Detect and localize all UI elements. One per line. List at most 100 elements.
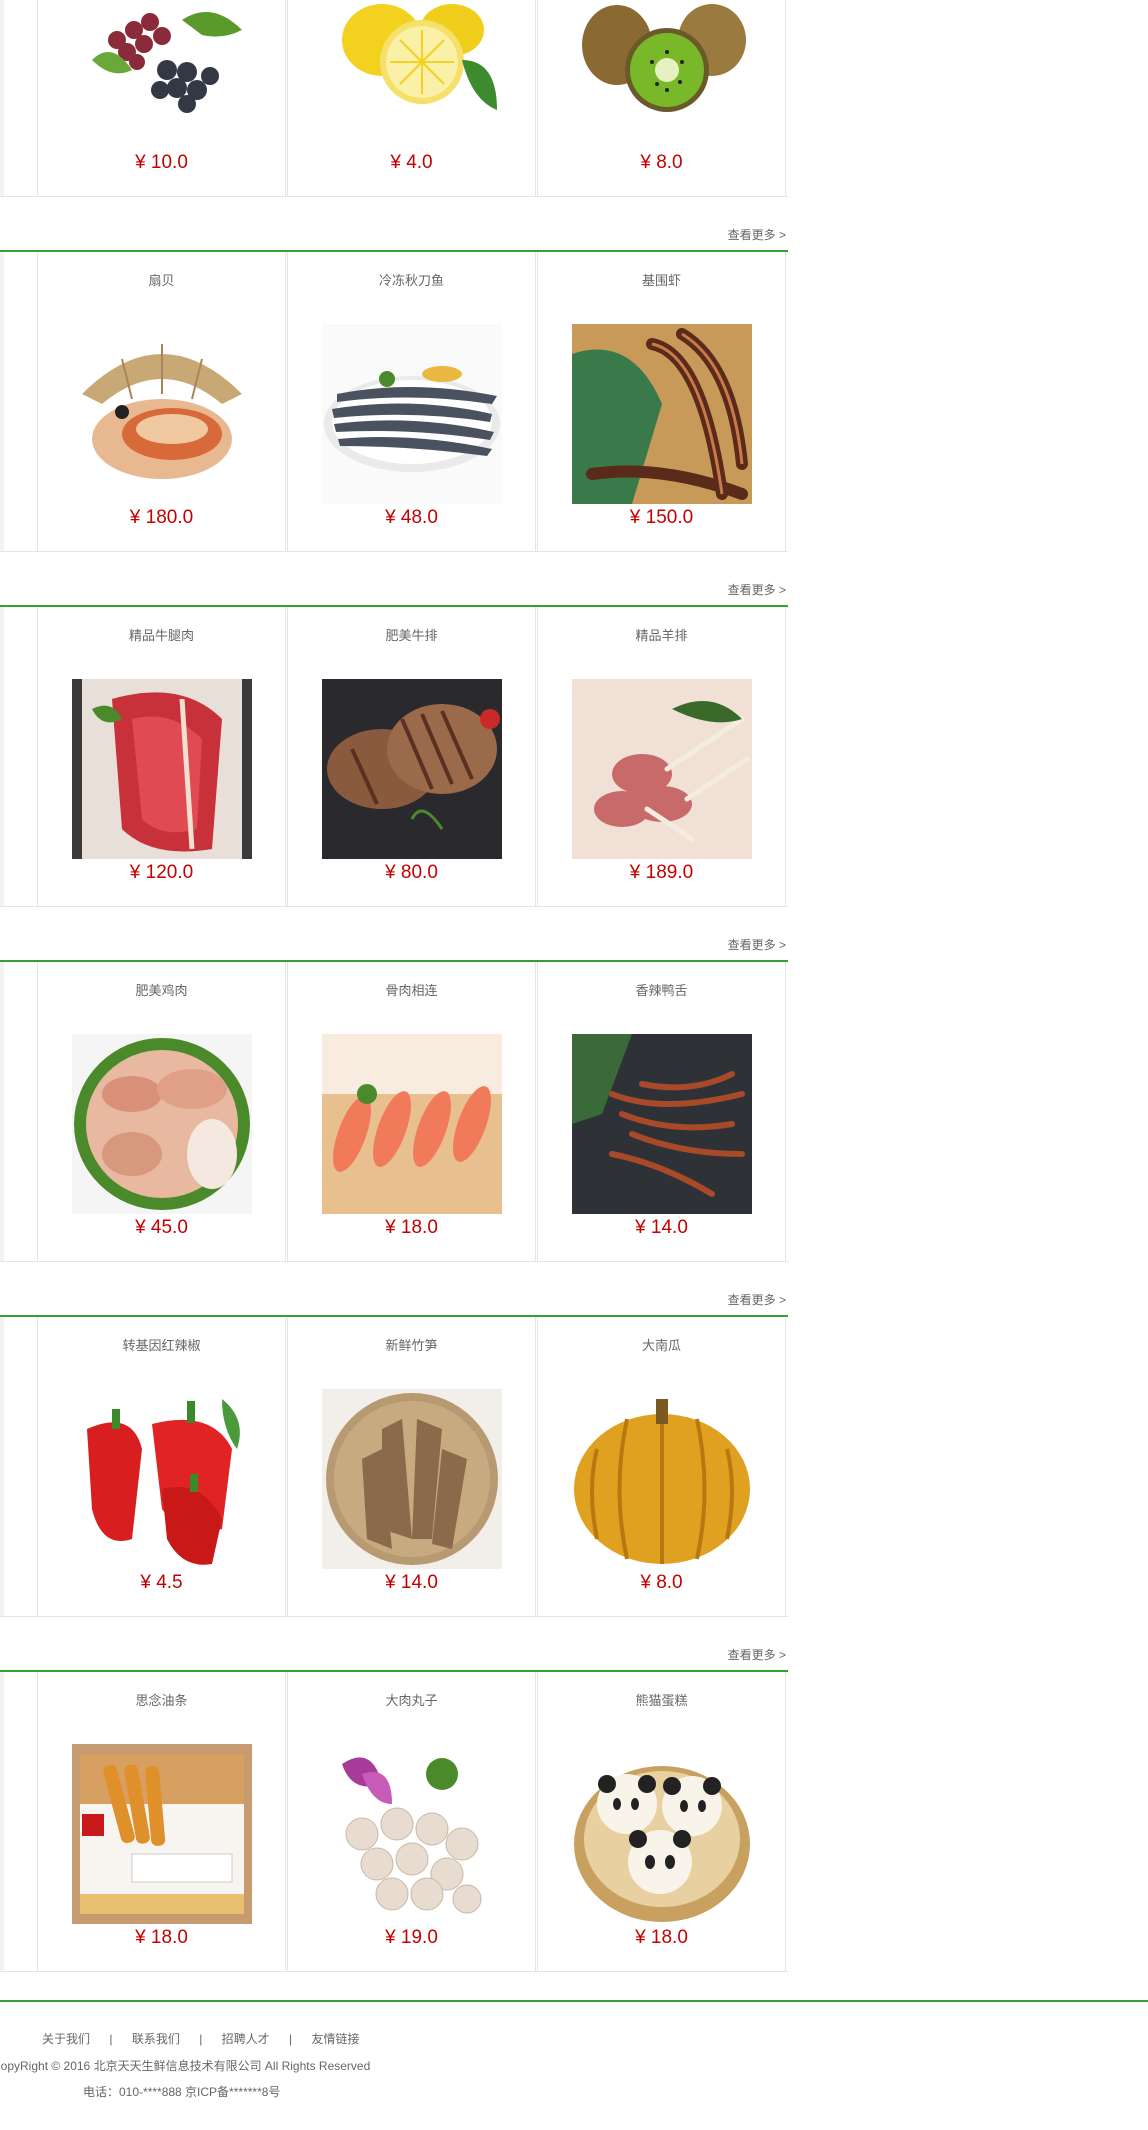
product-card[interactable]: 大肉丸子 ¥ 19.0 (287, 1672, 536, 1971)
left-edge-item (0, 0, 4, 196)
view-more-link[interactable]: 查看更多 > (728, 226, 786, 243)
product-card[interactable]: 基围虾 ¥ 150.0 (537, 252, 786, 551)
footer-link-about[interactable]: 关于我们 (42, 2032, 90, 2046)
product-price: ¥ 19.0 (385, 1927, 438, 1948)
product-image-grapes[interactable] (72, 0, 252, 120)
product-card[interactable]: 思念油条 ¥ 18.0 (37, 1672, 286, 1971)
product-image-red-pepper[interactable] (72, 1389, 252, 1569)
product-image-lemon[interactable] (322, 0, 502, 120)
product-image-skewer[interactable] (322, 1034, 502, 1214)
product-image-chicken[interactable] (72, 1034, 252, 1214)
product-card[interactable]: 扇贝 ¥ 180.0 (37, 252, 286, 551)
product-card[interactable]: 精品羊排 ¥ 189.0 (537, 607, 786, 906)
contact-phone: 电话：010-****888 京ICP备*******8号 (83, 2085, 281, 2099)
product-section: 查看更多 > 精品牛腿肉 ¥ 120.0 肥美牛排 ¥ 80.0 精品羊排 ¥ … (0, 551, 788, 907)
footer-link-friends[interactable]: 友情链接 (311, 2032, 359, 2046)
product-price: ¥ 14.0 (385, 1572, 438, 1593)
left-edge-item (0, 962, 4, 1261)
product-price: ¥ 4.5 (140, 1572, 183, 1593)
left-edge-item (0, 252, 4, 551)
product-image-bamboo[interactable] (322, 1389, 502, 1569)
product-image-scallop[interactable] (72, 324, 252, 504)
product-card[interactable]: 肥美牛排 ¥ 80.0 (287, 607, 536, 906)
product-price: ¥ 18.0 (635, 1927, 688, 1948)
product-section: 查看更多 > 肥美鸡肉 ¥ 45.0 骨肉相连 ¥ 18.0 香辣鸭舌 ¥ 14… (0, 906, 788, 1262)
product-card[interactable]: 精品牛腿肉 ¥ 120.0 (37, 607, 286, 906)
product-image-kiwi[interactable] (572, 0, 752, 120)
product-price: ¥ 18.0 (135, 1927, 188, 1948)
view-more-link[interactable]: 查看更多 > (728, 1646, 786, 1663)
product-name[interactable]: 扇贝 (38, 270, 285, 289)
product-price: ¥ 45.0 (135, 1217, 188, 1238)
product-price: ¥ 150.0 (629, 507, 694, 528)
product-price: ¥ 10.0 (135, 152, 188, 173)
top-product-row: ¥ 10.0 ¥ 4.0 ¥ 8.0 (0, 0, 788, 197)
footer-separator: | (109, 2032, 113, 2046)
product-name[interactable]: 精品羊排 (538, 625, 785, 644)
product-card[interactable]: ¥ 4.0 (287, 0, 536, 196)
product-price: ¥ 120.0 (129, 862, 194, 883)
view-more-link[interactable]: 查看更多 > (728, 581, 786, 598)
product-grid: 精品牛腿肉 ¥ 120.0 肥美牛排 ¥ 80.0 精品羊排 ¥ 189.0 (0, 607, 788, 907)
footer-link-jobs[interactable]: 招聘人才 (222, 2032, 270, 2046)
left-edge-item (0, 607, 4, 906)
product-card[interactable]: 肥美鸡肉 ¥ 45.0 (37, 962, 286, 1261)
product-price: ¥ 80.0 (385, 862, 438, 883)
product-name[interactable]: 转基因红辣椒 (38, 1335, 285, 1354)
product-image-steak[interactable] (322, 679, 502, 859)
product-price: ¥ 180.0 (129, 507, 194, 528)
product-image-fish[interactable] (322, 324, 502, 504)
product-image-beef[interactable] (72, 679, 252, 859)
product-card[interactable]: 香辣鸭舌 ¥ 14.0 (537, 962, 786, 1261)
product-card[interactable]: 骨肉相连 ¥ 18.0 (287, 962, 536, 1261)
product-name[interactable]: 大南瓜 (538, 1335, 785, 1354)
footer-link-contact[interactable]: 联系我们 (132, 2032, 180, 2046)
product-image-panda-bun[interactable] (572, 1744, 752, 1924)
product-name[interactable]: 熊猫蛋糕 (538, 1690, 785, 1709)
product-image-lamb[interactable] (572, 679, 752, 859)
product-grid: 扇贝 ¥ 180.0 冷冻秋刀鱼 ¥ 48.0 基围虾 ¥ 150.0 (0, 252, 788, 552)
product-name[interactable]: 基围虾 (538, 270, 785, 289)
product-price: ¥ 18.0 (385, 1217, 438, 1238)
product-name[interactable]: 新鲜竹笋 (288, 1335, 535, 1354)
product-grid: 思念油条 ¥ 18.0 大肉丸子 ¥ 19.0 熊猫蛋糕 ¥ 18.0 (0, 1672, 788, 1972)
product-name[interactable]: 香辣鸭舌 (538, 980, 785, 999)
product-card[interactable]: ¥ 10.0 (37, 0, 286, 196)
left-edge-item (0, 1317, 4, 1616)
footer-divider (0, 2000, 1148, 2002)
product-price: ¥ 48.0 (385, 507, 438, 528)
product-name[interactable]: 精品牛腿肉 (38, 625, 285, 644)
view-more-link[interactable]: 查看更多 > (728, 1291, 786, 1308)
product-name[interactable]: 骨肉相连 (288, 980, 535, 999)
product-image-meatball[interactable] (322, 1744, 502, 1924)
product-image-pumpkin[interactable] (572, 1389, 752, 1569)
footer-separator: | (289, 2032, 293, 2046)
product-price: ¥ 14.0 (635, 1217, 688, 1238)
copyright: CopyRight © 2016 北京天天生鲜信息技术有限公司 All Righ… (0, 2059, 371, 2073)
product-name[interactable]: 思念油条 (38, 1690, 285, 1709)
product-card[interactable]: ¥ 8.0 (537, 0, 786, 196)
product-name[interactable]: 冷冻秋刀鱼 (288, 270, 535, 289)
product-card[interactable]: 大南瓜 ¥ 8.0 (537, 1317, 786, 1616)
product-section: 查看更多 > 扇贝 ¥ 180.0 冷冻秋刀鱼 ¥ 48.0 基围虾 ¥ 150… (0, 196, 788, 552)
product-grid: 肥美鸡肉 ¥ 45.0 骨肉相连 ¥ 18.0 香辣鸭舌 ¥ 14.0 (0, 962, 788, 1262)
product-card[interactable]: 新鲜竹笋 ¥ 14.0 (287, 1317, 536, 1616)
product-card[interactable]: 转基因红辣椒 ¥ 4.5 (37, 1317, 286, 1616)
product-name[interactable]: 肥美鸡肉 (38, 980, 285, 999)
product-price: ¥ 8.0 (640, 152, 683, 173)
left-edge-item (0, 1672, 4, 1971)
product-section: 查看更多 > 思念油条 ¥ 18.0 大肉丸子 ¥ 19.0 熊猫蛋糕 ¥ 18… (0, 1616, 788, 1972)
product-card[interactable]: 冷冻秋刀鱼 ¥ 48.0 (287, 252, 536, 551)
product-image-youtiao[interactable] (72, 1744, 252, 1924)
product-price: ¥ 189.0 (629, 862, 694, 883)
view-more-link[interactable]: 查看更多 > (728, 936, 786, 953)
product-section: 查看更多 > 转基因红辣椒 ¥ 4.5 新鲜竹笋 ¥ 14.0 大南瓜 ¥ 8.… (0, 1261, 788, 1617)
footer-links: 关于我们 | 联系我们 | 招聘人才 | 友情链接 (42, 2030, 360, 2047)
product-name[interactable]: 肥美牛排 (288, 625, 535, 644)
product-name[interactable]: 大肉丸子 (288, 1690, 535, 1709)
product-image-duck-tongue[interactable] (572, 1034, 752, 1214)
product-price: ¥ 8.0 (640, 1572, 683, 1593)
footer-separator: | (199, 2032, 203, 2046)
product-card[interactable]: 熊猫蛋糕 ¥ 18.0 (537, 1672, 786, 1971)
product-image-shrimp[interactable] (572, 324, 752, 504)
